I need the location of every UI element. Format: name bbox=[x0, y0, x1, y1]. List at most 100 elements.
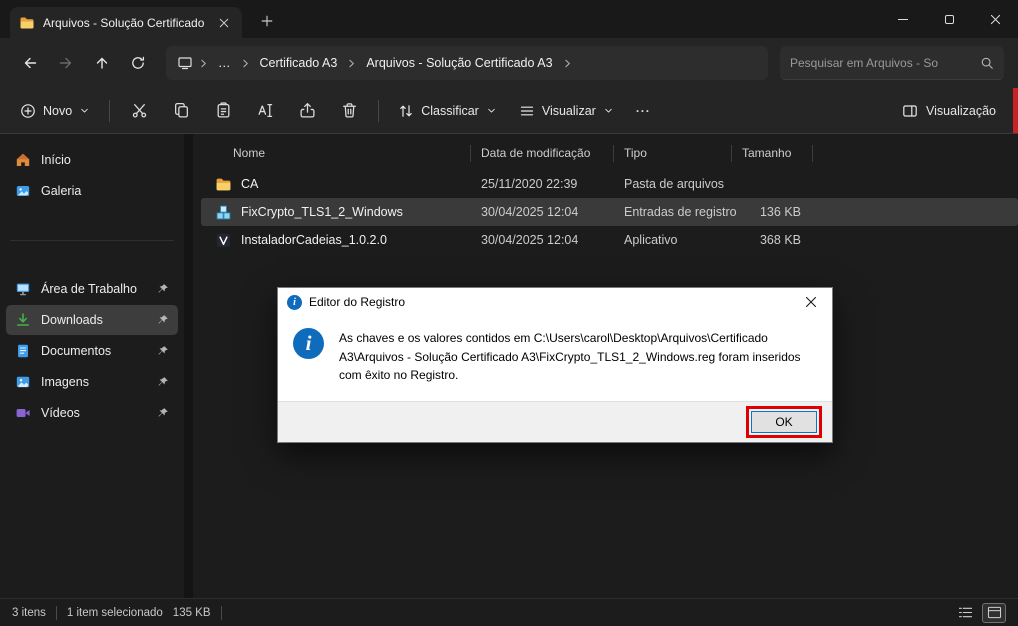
status-divider bbox=[220, 605, 222, 620]
sidebar-item-videos[interactable]: Vídeos bbox=[6, 398, 178, 428]
desktop-icon bbox=[15, 281, 31, 297]
sidebar-divider bbox=[0, 207, 184, 273]
column-header-nome[interactable]: Nome bbox=[201, 144, 471, 162]
sidebar-item-label: Downloads bbox=[41, 313, 103, 327]
column-header-data-de-modificacao[interactable]: Data de modificação bbox=[471, 144, 614, 162]
status-divider bbox=[55, 605, 57, 620]
plus-icon bbox=[261, 15, 273, 27]
sidebar-item-imagens[interactable]: Imagens bbox=[6, 367, 178, 397]
delete-button[interactable] bbox=[329, 94, 369, 128]
registry-editor-dialog: i Editor do Registro i As chaves e os va… bbox=[277, 287, 833, 443]
sidebar-item-label: Área de Trabalho bbox=[41, 282, 137, 296]
column-header-tipo[interactable]: Tipo bbox=[614, 144, 732, 162]
view-icon bbox=[520, 106, 533, 115]
chevron-down-icon bbox=[81, 108, 88, 113]
new-button[interactable]: Novo bbox=[10, 96, 100, 126]
forward-icon bbox=[59, 57, 72, 69]
view-button-label: Visualizar bbox=[541, 103, 596, 118]
file-name: InstaladorCadeias_1.0.2.0 bbox=[241, 233, 387, 247]
tab-close-icon[interactable] bbox=[215, 14, 233, 32]
sidebar-item-label: Vídeos bbox=[41, 406, 80, 420]
close-button[interactable] bbox=[972, 0, 1018, 38]
forward-button[interactable] bbox=[48, 46, 84, 80]
dialog-message: As chaves e os valores contidos em C:\Us… bbox=[339, 331, 801, 383]
chevron-right-icon bbox=[239, 57, 252, 70]
sidebar-item-area-de-trabalho[interactable]: Área de Trabalho bbox=[6, 274, 178, 304]
sort-icon bbox=[400, 104, 412, 117]
more-options-button[interactable]: ··· bbox=[626, 97, 661, 125]
sidebar-scrollbar[interactable] bbox=[184, 134, 193, 598]
minimize-button[interactable] bbox=[880, 0, 926, 38]
red-edge-marker bbox=[1013, 88, 1018, 133]
file-row-fixcrypto[interactable]: FixCrypto_TLS1_2_Windows 30/04/2025 12:0… bbox=[201, 198, 1018, 226]
preview-toggle-button[interactable]: Visualização bbox=[890, 96, 1008, 126]
sort-button-label: Classificar bbox=[421, 103, 479, 118]
sort-button[interactable]: Classificar bbox=[388, 96, 507, 126]
sidebar-item-documentos[interactable]: Documentos bbox=[6, 336, 178, 366]
gallery-icon bbox=[15, 183, 31, 199]
details-view-button[interactable] bbox=[953, 603, 977, 623]
trash-icon bbox=[342, 103, 356, 118]
search-icon[interactable] bbox=[980, 56, 994, 70]
large-icons-view-button[interactable] bbox=[982, 602, 1006, 623]
new-tab-button[interactable] bbox=[254, 8, 280, 34]
chevron-right-icon bbox=[197, 57, 210, 70]
sidebar: Início Galeria Área de Trabalho Download… bbox=[0, 134, 184, 598]
sidebar-item-label: Galeria bbox=[41, 184, 82, 198]
pin-icon bbox=[157, 283, 169, 295]
sidebar-item-galeria[interactable]: Galeria bbox=[6, 176, 178, 206]
file-modified: 30/04/2025 12:04 bbox=[481, 233, 579, 247]
pin-icon bbox=[157, 345, 169, 357]
paste-icon bbox=[217, 102, 230, 118]
share-button[interactable] bbox=[287, 94, 327, 128]
breadcrumb-item-arquivos-solucao[interactable]: Arquivos - Solução Certificado A3 bbox=[359, 52, 559, 74]
cut-button[interactable] bbox=[119, 94, 159, 128]
paste-button[interactable] bbox=[203, 94, 243, 128]
sidebar-item-label: Documentos bbox=[41, 344, 112, 358]
up-icon bbox=[96, 57, 108, 69]
file-modified: 25/11/2020 22:39 bbox=[481, 177, 578, 191]
explorer-tab[interactable]: Arquivos - Solução Certificado bbox=[10, 7, 242, 38]
file-row-instaladorcadeias[interactable]: InstaladorCadeias_1.0.2.0 30/04/2025 12:… bbox=[201, 226, 1018, 254]
window-controls bbox=[880, 0, 1018, 38]
close-icon bbox=[990, 14, 1000, 24]
view-button[interactable]: Visualizar bbox=[509, 96, 624, 126]
up-button[interactable] bbox=[84, 46, 120, 80]
ok-button-annotation: OK bbox=[746, 405, 822, 438]
file-type: Aplicativo bbox=[624, 233, 678, 247]
maximize-button[interactable] bbox=[926, 0, 972, 38]
file-size: 136 KB bbox=[759, 205, 801, 219]
chevron-right-icon bbox=[561, 57, 574, 70]
copy-icon bbox=[174, 102, 188, 118]
copy-button[interactable] bbox=[161, 94, 201, 128]
share-icon bbox=[300, 103, 315, 118]
file-type: Entradas de registro bbox=[624, 205, 737, 219]
search-box bbox=[780, 46, 1004, 80]
maximize-icon bbox=[944, 14, 954, 24]
file-name: FixCrypto_TLS1_2_Windows bbox=[241, 205, 403, 219]
ok-button[interactable]: OK bbox=[751, 410, 817, 433]
home-icon bbox=[15, 152, 31, 168]
tab-title: Arquivos - Solução Certificado bbox=[43, 15, 205, 30]
preview-pane-icon bbox=[903, 104, 917, 117]
folder-icon bbox=[215, 176, 232, 193]
search-input[interactable] bbox=[790, 55, 972, 70]
minimize-icon bbox=[898, 18, 908, 20]
preview-toggle-label: Visualização bbox=[926, 103, 996, 118]
refresh-button[interactable] bbox=[120, 46, 156, 80]
breadcrumb-ellipsis[interactable]: … bbox=[211, 52, 238, 74]
this-pc-icon[interactable] bbox=[174, 55, 196, 71]
column-header-tamanho[interactable]: Tamanho bbox=[732, 144, 813, 162]
sidebar-item-downloads[interactable]: Downloads bbox=[6, 305, 178, 335]
rename-button[interactable] bbox=[245, 94, 285, 128]
pictures-icon bbox=[15, 374, 31, 390]
details-view-icon bbox=[958, 607, 972, 618]
back-button[interactable] bbox=[12, 46, 48, 80]
file-row-ca[interactable]: CA 25/11/2020 22:39 Pasta de arquivos bbox=[201, 170, 1018, 198]
view-toggles bbox=[953, 602, 1006, 623]
dialog-close-button[interactable] bbox=[790, 288, 832, 316]
rename-icon bbox=[258, 104, 272, 117]
chevron-down-icon bbox=[488, 108, 495, 113]
sidebar-item-inicio[interactable]: Início bbox=[6, 145, 178, 175]
breadcrumb-item-certificado-a3[interactable]: Certificado A3 bbox=[253, 52, 345, 74]
